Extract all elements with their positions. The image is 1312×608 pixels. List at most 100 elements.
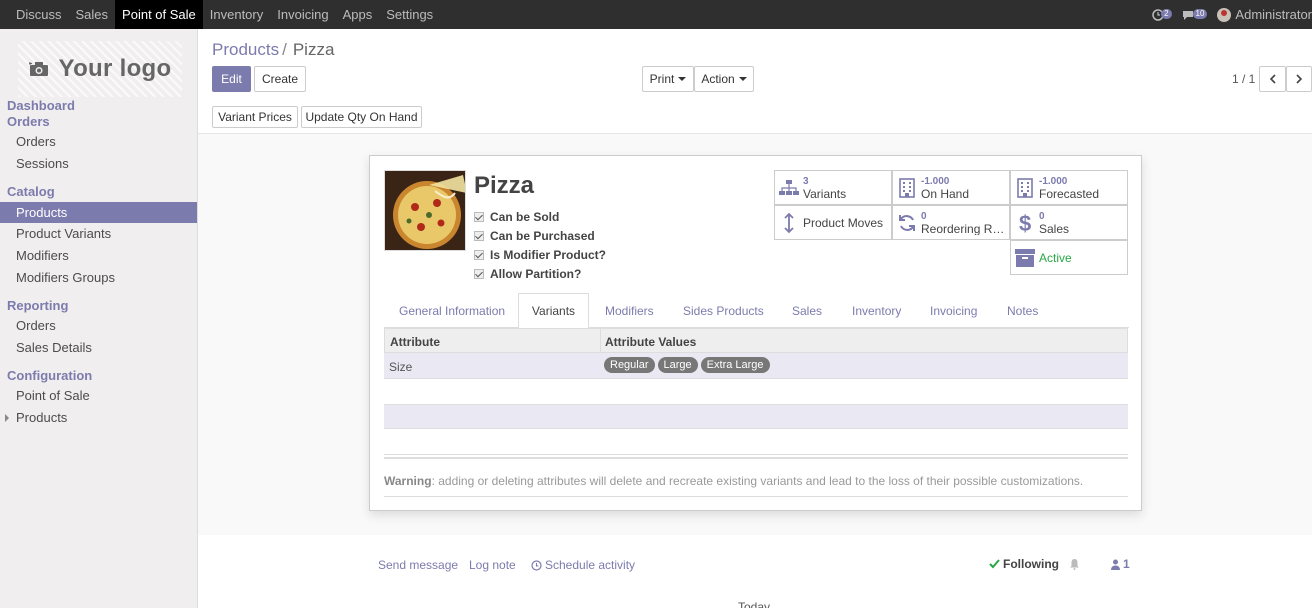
sidebar-item-sessions[interactable]: Sessions: [0, 153, 197, 174]
reordering-rules-stat-button[interactable]: 0 Reordering Rules: [892, 205, 1010, 240]
chevron-left-icon: [1269, 74, 1276, 84]
column-header-attribute-values[interactable]: Attribute Values: [605, 335, 696, 349]
company-logo: Your logo: [18, 41, 182, 97]
print-label: Print: [649, 72, 675, 86]
active-label: Active: [1039, 251, 1072, 264]
messaging-systray[interactable]: 10: [1182, 8, 1208, 21]
pager-next-button[interactable]: [1286, 66, 1312, 92]
variant-prices-button[interactable]: Variant Prices: [212, 106, 298, 128]
table-row[interactable]: Size Regular Large Extra Large: [384, 353, 1128, 379]
sidebar-item-product-variants[interactable]: Product Variants: [0, 223, 197, 244]
tab-sales[interactable]: Sales: [792, 293, 822, 328]
action-label: Action: [701, 72, 735, 86]
sidebar-section-dashboard[interactable]: Dashboard: [7, 98, 75, 113]
can-be-purchased-checkbox[interactable]: Can be Purchased: [474, 229, 595, 243]
pizza-image: [385, 171, 465, 250]
schedule-activity-button[interactable]: Schedule activity: [531, 558, 635, 572]
sidebar-item-point-of-sale[interactable]: Point of Sale: [0, 385, 197, 406]
can-be-sold-checkbox[interactable]: Can be Sold: [474, 210, 559, 224]
tab-invoicing[interactable]: Invoicing: [930, 293, 977, 328]
tab-sides-products[interactable]: Sides Products: [683, 293, 764, 328]
main-menu: Discuss Sales Point of Sale Inventory In…: [0, 0, 440, 29]
send-message-button[interactable]: Send message: [378, 558, 458, 572]
tab-modifiers[interactable]: Modifiers: [605, 293, 654, 328]
followers-button[interactable]: 1: [1111, 557, 1130, 571]
activity-systray[interactable]: 2: [1152, 8, 1172, 21]
edit-button[interactable]: Edit: [212, 66, 251, 92]
menu-point-of-sale[interactable]: Point of Sale: [115, 0, 203, 29]
schedule-activity-label: Schedule activity: [545, 558, 636, 572]
checkbox-label: Can be Purchased: [490, 229, 595, 243]
sales-stat-button[interactable]: $ 0 Sales: [1010, 205, 1128, 240]
top-navbar: Discuss Sales Point of Sale Inventory In…: [0, 0, 1312, 29]
menu-apps[interactable]: Apps: [336, 0, 380, 29]
column-header-attribute[interactable]: Attribute: [390, 335, 440, 349]
pager-previous-button[interactable]: [1259, 66, 1286, 92]
arrows-vertical-icon: [784, 212, 794, 233]
notebook-tabs: General Information Variants Modifiers S…: [384, 293, 1129, 329]
value-tag: Extra Large: [700, 357, 770, 373]
create-button[interactable]: Create: [254, 66, 306, 92]
menu-discuss[interactable]: Discuss: [0, 0, 69, 29]
sales-count: 0: [1039, 210, 1045, 222]
breadcrumb-products-link[interactable]: Products: [212, 40, 279, 59]
checkbox-label: Allow Partition?: [490, 267, 582, 281]
pager-value: 1 / 1: [1232, 72, 1256, 86]
forecasted-value: -1.000: [1039, 175, 1068, 187]
sidebar-item-modifiers[interactable]: Modifiers: [0, 245, 197, 266]
checkbox-checked-icon: [474, 250, 484, 260]
breadcrumb-separator: /: [282, 40, 287, 59]
log-note-button[interactable]: Log note: [469, 558, 516, 572]
tab-variants[interactable]: Variants: [518, 293, 589, 329]
menu-invoicing[interactable]: Invoicing: [270, 0, 335, 29]
variants-stat-button[interactable]: 3 Variants: [774, 170, 892, 205]
breadcrumb-current: Pizza: [292, 40, 335, 59]
svg-text:$: $: [1019, 212, 1031, 234]
checkbox-checked-icon: [474, 231, 484, 241]
following-button[interactable]: Following: [989, 557, 1080, 571]
reordering-rules-label: Reordering Rules: [921, 222, 1007, 235]
form-sheet: Pizza Can be Sold Can be Purchased Is Mo…: [369, 155, 1142, 511]
print-dropdown[interactable]: Print: [642, 66, 694, 92]
attribute-cell: Size: [389, 360, 413, 374]
tab-inventory[interactable]: Inventory: [852, 293, 901, 328]
is-modifier-product-checkbox[interactable]: Is Modifier Product?: [474, 248, 606, 262]
value-tag: Large: [657, 357, 698, 373]
product-moves-stat-button[interactable]: Product Moves: [774, 205, 892, 240]
user-icon: [1111, 559, 1120, 570]
caret-right-icon: [5, 414, 9, 422]
on-hand-label: On Hand: [921, 187, 970, 200]
sidebar-item-orders[interactable]: Orders: [0, 131, 197, 152]
on-hand-stat-button[interactable]: -1.000 On Hand: [892, 170, 1010, 205]
user-menu[interactable]: Administrator: [1217, 7, 1312, 22]
menu-sales[interactable]: Sales: [69, 0, 116, 29]
action-dropdown[interactable]: Action: [694, 66, 754, 92]
allow-partition-checkbox[interactable]: Allow Partition?: [474, 267, 581, 281]
sidebar-section-configuration[interactable]: Configuration: [7, 368, 92, 383]
sitemap-icon: [779, 179, 799, 195]
checkbox-checked-icon: [474, 269, 484, 279]
building-icon: [1017, 177, 1033, 198]
sidebar-section-reporting[interactable]: Reporting: [7, 298, 68, 313]
menu-settings[interactable]: Settings: [379, 0, 440, 29]
sidebar-item-products[interactable]: Products: [0, 202, 197, 223]
menu-inventory[interactable]: Inventory: [203, 0, 270, 29]
forecasted-stat-button[interactable]: -1.000 Forecasted: [1010, 170, 1128, 205]
product-image[interactable]: [384, 170, 466, 251]
sidebar-item-report-orders[interactable]: Orders: [0, 315, 197, 336]
tab-notes[interactable]: Notes: [1007, 293, 1038, 328]
archive-icon: [1015, 248, 1035, 267]
bell-icon[interactable]: [1069, 558, 1080, 570]
sidebar-item-sales-details[interactable]: Sales Details: [0, 337, 197, 358]
active-toggle-button[interactable]: Active: [1010, 240, 1128, 275]
sidebar-section-orders[interactable]: Orders: [7, 114, 50, 129]
update-qty-on-hand-button[interactable]: Update Qty On Hand: [301, 106, 422, 128]
sidebar-section-catalog[interactable]: Catalog: [7, 184, 55, 199]
logo-text: Your logo: [58, 55, 172, 82]
building-icon: [899, 177, 915, 198]
sidebar-item-config-products[interactable]: Products: [0, 407, 197, 428]
sidebar-item-modifiers-groups[interactable]: Modifiers Groups: [0, 267, 197, 288]
value-tag: Regular: [604, 357, 655, 373]
tab-general-information[interactable]: General Information: [399, 293, 505, 328]
table-footer: [384, 454, 1128, 459]
